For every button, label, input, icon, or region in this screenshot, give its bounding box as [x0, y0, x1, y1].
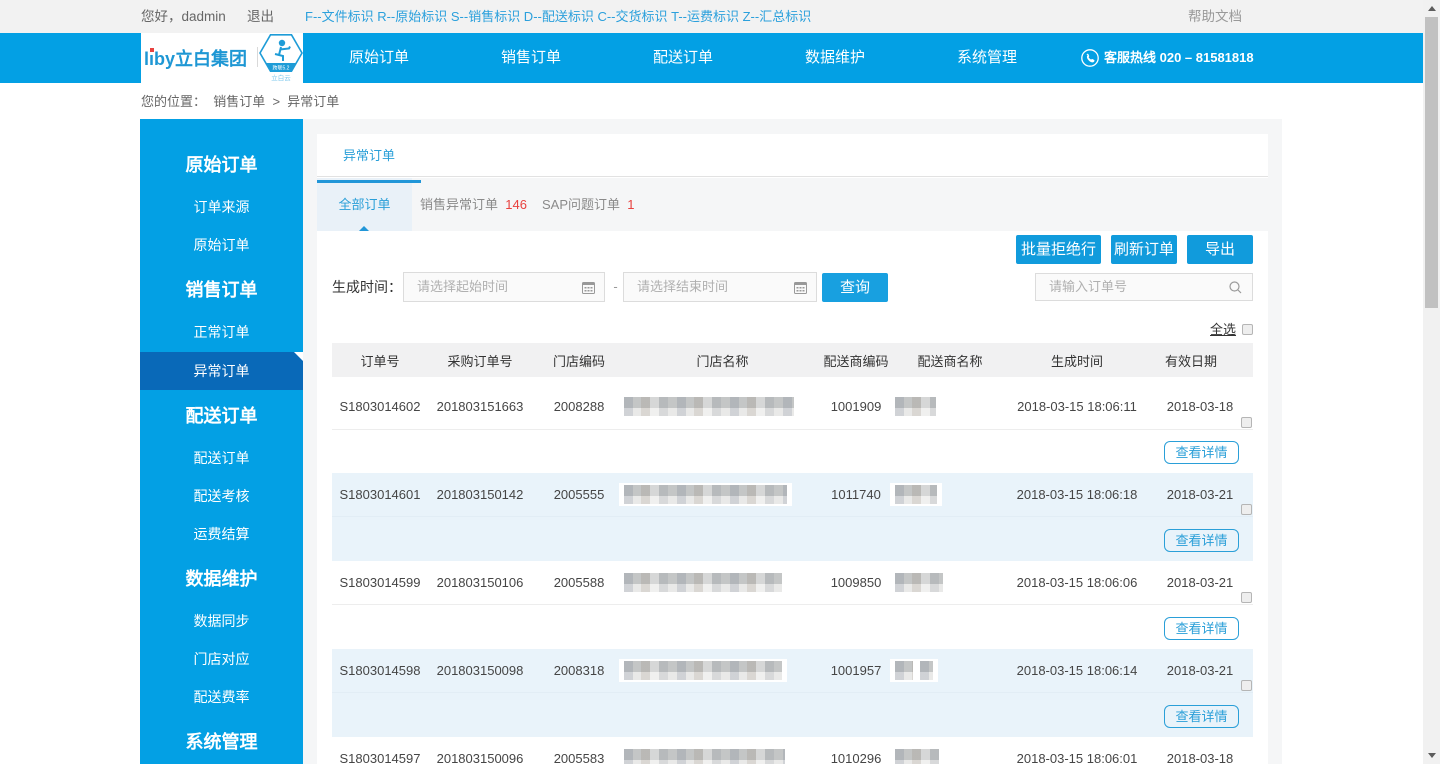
svg-text:立白云: 立白云 — [271, 73, 291, 82]
svg-text:跨联5.2: 跨联5.2 — [273, 65, 290, 72]
